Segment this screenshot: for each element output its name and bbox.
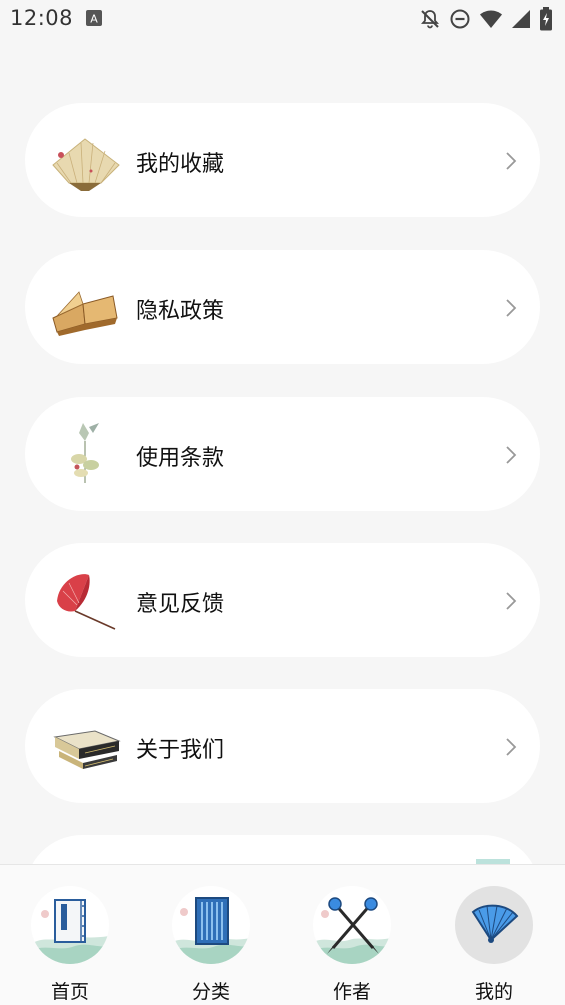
bell-off-icon <box>421 10 439 29</box>
svg-text:A: A <box>90 13 98 26</box>
crossed-brushes-icon <box>313 897 391 964</box>
hummingbird-flower-icon <box>71 423 99 483</box>
blue-fan-icon <box>471 904 519 943</box>
menu-item-label: 使用条款 <box>136 446 225 471</box>
chevron-right-icon <box>506 152 517 170</box>
wifi-icon <box>480 10 502 28</box>
red-umbrella-icon <box>57 574 116 630</box>
open-book-icon <box>52 291 118 336</box>
menu-item-feedback[interactable]: 意见反馈 <box>25 543 540 657</box>
menu-item-label: 隐私政策 <box>136 299 225 324</box>
chevron-right-icon <box>506 738 517 756</box>
chevron-right-icon <box>506 592 517 610</box>
category-book-icon <box>172 897 250 964</box>
status-time: 12:08 <box>10 6 74 30</box>
tab-mine[interactable]: 我的 <box>444 879 544 1003</box>
tab-label: 我的 <box>474 981 513 1003</box>
folding-fan-icon <box>52 138 120 191</box>
menu-item-label: 关于我们 <box>136 738 225 763</box>
book-icon <box>31 899 109 964</box>
chevron-right-icon <box>506 446 517 464</box>
chevron-right-icon <box>506 299 517 317</box>
signal-icon <box>512 10 530 28</box>
menu-item-about-us[interactable]: 关于我们 <box>25 689 540 803</box>
notification-icon: A <box>86 10 102 26</box>
menu-item-label: 意见反馈 <box>136 592 225 617</box>
tab-authors[interactable]: 作者 <box>302 879 402 1003</box>
tab-categories[interactable]: 分类 <box>161 879 261 1003</box>
menu-item-terms-of-use[interactable]: 使用条款 <box>25 397 540 511</box>
bottom-tab-bar: 首页 分类 作者 我的 <box>0 864 565 1005</box>
battery-charging-icon <box>540 7 552 31</box>
tab-label: 分类 <box>191 981 230 1003</box>
scroll-case-icon <box>53 730 121 769</box>
tab-label: 作者 <box>332 981 371 1003</box>
do-not-disturb-icon <box>450 9 470 29</box>
menu-item-favorites[interactable]: 我的收藏 <box>25 103 540 217</box>
status-bar: 12:08 A <box>0 0 565 38</box>
tab-home[interactable]: 首页 <box>20 879 120 1003</box>
tab-label: 首页 <box>50 981 89 1003</box>
menu-item-label: 我的收藏 <box>136 152 225 177</box>
menu-item-privacy-policy[interactable]: 隐私政策 <box>25 250 540 364</box>
